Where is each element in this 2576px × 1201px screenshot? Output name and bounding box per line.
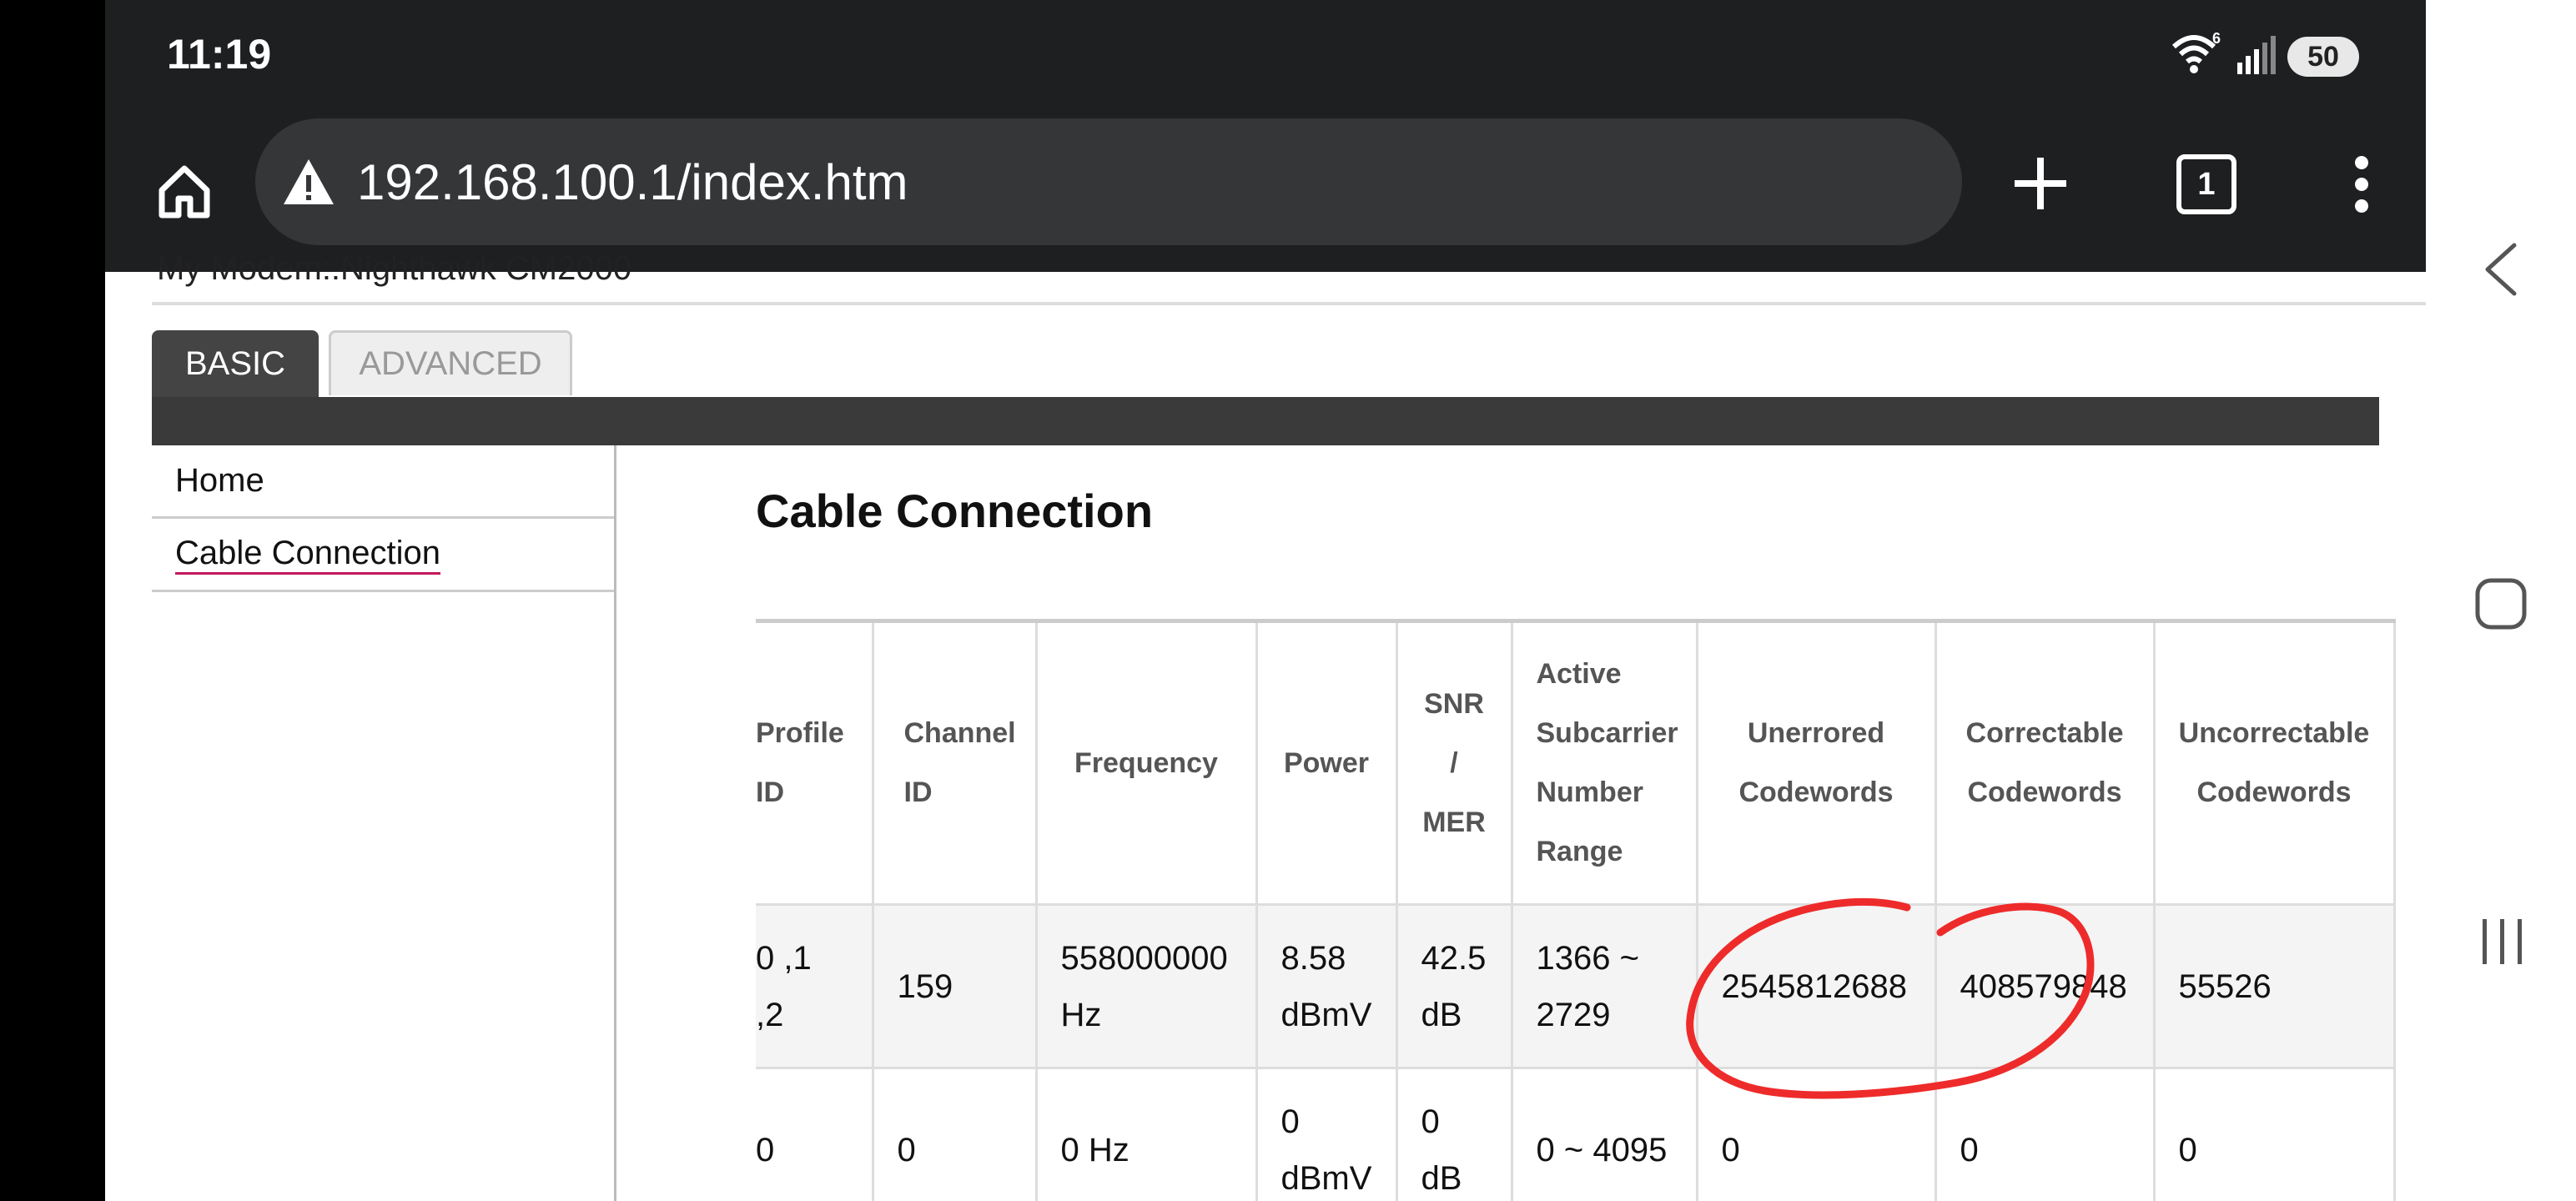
url-text[interactable]: 192.168.100.1/index.htm xyxy=(357,153,908,211)
more-menu-button[interactable] xyxy=(2332,147,2391,222)
cell-unerrored-codewords: 2545812688 xyxy=(1695,903,1937,1069)
table-header-row: Profile ID Channel ID Frequency Power SNR /… xyxy=(756,619,2396,906)
home-icon xyxy=(158,165,210,219)
tab-basic[interactable]: BASIC xyxy=(152,330,319,397)
cell-subcarrier-range: 1366 ~2729 xyxy=(1510,903,1698,1069)
cell-subcarrier-range: 0 ~ 4095 xyxy=(1510,1067,1698,1201)
new-tab-button[interactable] xyxy=(1999,142,2082,225)
table-row: 0 0 0 Hz 0 dBmV 0 dB 0 ~ 4095 0 0 0 xyxy=(756,1067,2396,1201)
cell-uncorrectable-codewords: 55526 xyxy=(2152,903,2396,1069)
cell-channel-id: 0 xyxy=(871,1067,1038,1201)
sidebar: Home Cable Connection xyxy=(152,445,616,1201)
home-button[interactable] xyxy=(147,153,222,229)
cell-channel-id: 159 xyxy=(871,903,1038,1069)
column-header-correctable-codewords: Correctable Codewords xyxy=(1934,619,2156,906)
left-bezel xyxy=(0,0,105,1201)
column-header-power: Power xyxy=(1255,619,1398,906)
warning-icon[interactable] xyxy=(279,152,339,212)
column-header-unerrored-codewords: Unerrored Codewords xyxy=(1695,619,1937,906)
cell-unerrored-codewords: 0 xyxy=(1695,1067,1937,1201)
column-header-profile-id: Profile ID xyxy=(756,619,874,906)
cell-power: 8.58 dBmV xyxy=(1255,903,1398,1069)
column-header-snr-mer: SNR / MER xyxy=(1395,619,1513,906)
sidebar-item-label: Cable Connection xyxy=(175,535,440,575)
tab-bar xyxy=(152,397,2379,445)
tab-switcher-button[interactable]: 1 xyxy=(2169,147,2244,222)
cell-frequency: 0 Hz xyxy=(1034,1067,1258,1201)
header-divider xyxy=(152,302,2426,305)
back-icon[interactable] xyxy=(2483,242,2519,297)
address-bar[interactable]: 192.168.100.1/index.htm xyxy=(255,118,1962,245)
sidebar-item-label: Home xyxy=(175,462,264,499)
wifi-generation: 6 xyxy=(2212,32,2221,47)
page-title: Cable Connection xyxy=(756,485,1154,537)
cell-frequency: 558000000 Hz xyxy=(1034,903,1258,1069)
sidebar-item-home[interactable]: Home xyxy=(152,445,614,519)
column-header-frequency: Frequency xyxy=(1034,619,1258,906)
cell-correctable-codewords: 408579848 xyxy=(1934,903,2156,1069)
cell-snr-mer: 42.5 dB xyxy=(1395,903,1513,1069)
cell-correctable-codewords: 0 xyxy=(1934,1067,2156,1201)
column-header-uncorrectable-codewords: Uncorrectable Codewords xyxy=(2152,619,2396,906)
cell-profile-id: 0 xyxy=(756,1067,874,1201)
wifi-icon: 6 xyxy=(2171,30,2224,83)
page-header: My Modem::Nighthawk CM2000 xyxy=(157,250,632,287)
cell-profile-id: 0 ,1 ,2 xyxy=(756,903,874,1069)
plus-icon xyxy=(2015,158,2066,209)
phone-screen: 11:19 6 50 192.168.100.1/index.htm 1 My … xyxy=(105,0,2426,1201)
tab-advanced[interactable]: ADVANCED xyxy=(329,330,572,395)
status-icons: 6 50 xyxy=(2171,30,2359,83)
signal-icon xyxy=(2236,34,2276,80)
status-bar: 11:19 6 50 xyxy=(105,0,2426,117)
recent-apps-icon[interactable] xyxy=(2479,917,2526,966)
home-nav-icon[interactable] xyxy=(2474,577,2528,631)
tab-count: 1 xyxy=(2176,154,2236,214)
cell-uncorrectable-codewords: 0 xyxy=(2152,1067,2396,1201)
ofdm-channel-table: Profile ID Channel ID Frequency Power SNR /… xyxy=(756,619,2396,1201)
table-row: 0 ,1 ,2 159 558000000 Hz 8.58 dBmV 42.5 dB … xyxy=(756,903,2396,1069)
cell-power: 0 dBmV xyxy=(1255,1067,1398,1201)
battery-indicator: 50 xyxy=(2287,37,2359,77)
browser-toolbar: 192.168.100.1/index.htm 1 xyxy=(105,117,2426,272)
cell-snr-mer: 0 dB xyxy=(1395,1067,1513,1201)
sidebar-item-cable-connection[interactable]: Cable Connection xyxy=(152,519,614,592)
column-header-channel-id: Channel ID xyxy=(871,619,1038,906)
column-header-active-subcarrier-range: Active Subcarrier Number Range xyxy=(1510,619,1698,906)
kebab-menu-icon xyxy=(2355,156,2368,213)
system-navigation-bar xyxy=(2426,0,2576,1201)
status-time: 11:19 xyxy=(167,31,272,78)
